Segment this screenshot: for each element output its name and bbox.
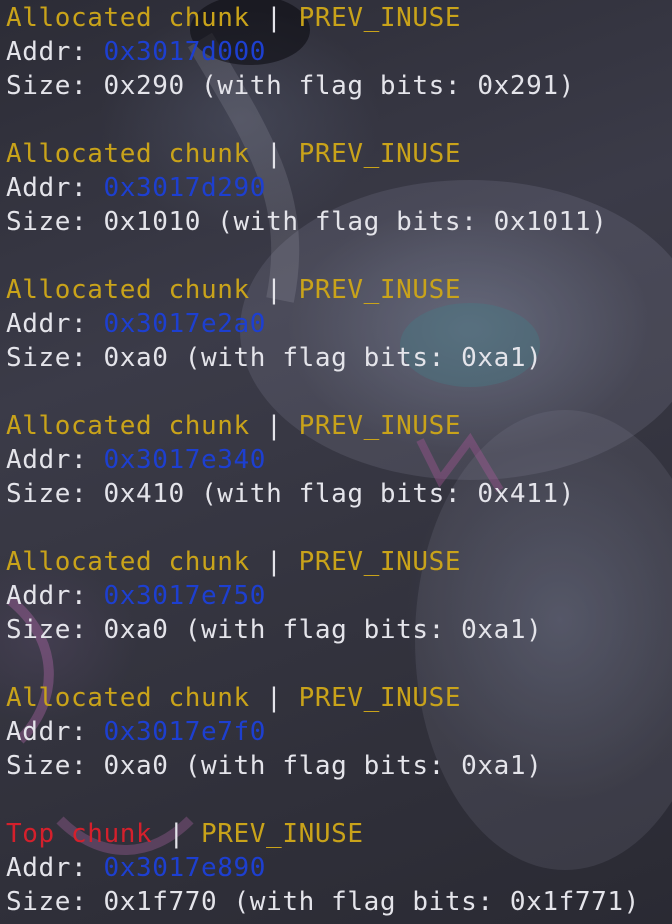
heap-chunk-top: Top chunk | PREV_INUSE Addr: 0x3017e890 … bbox=[6, 817, 640, 919]
size-label: Size: bbox=[6, 887, 104, 917]
chunk-size: 0xa0 (with flag bits: 0xa1) bbox=[103, 343, 543, 373]
size-label: Size: bbox=[6, 751, 104, 781]
chunk-size-line: Size: 0x1f770 (with flag bits: 0x1f771) bbox=[6, 885, 640, 919]
chunk-address: 0x3017d000 bbox=[103, 37, 267, 67]
chunk-type: Allocated chunk bbox=[6, 3, 250, 33]
separator: | bbox=[249, 3, 299, 33]
chunk-type: Allocated chunk bbox=[6, 275, 250, 305]
chunk-addr-line: Addr: 0x3017e750 bbox=[6, 579, 542, 613]
addr-label: Addr: bbox=[6, 37, 104, 67]
chunk-flag: PREV_INUSE bbox=[298, 547, 462, 577]
size-label: Size: bbox=[6, 71, 104, 101]
chunk-flag: PREV_INUSE bbox=[201, 819, 364, 849]
separator: | bbox=[152, 819, 202, 849]
chunk-type: Allocated chunk bbox=[6, 411, 250, 441]
addr-label: Addr: bbox=[6, 309, 104, 339]
chunk-flag: PREV_INUSE bbox=[298, 275, 462, 305]
addr-label: Addr: bbox=[6, 581, 104, 611]
chunk-addr-line: Addr: 0x3017e890 bbox=[6, 851, 640, 885]
chunk-address: 0x3017d290 bbox=[103, 173, 267, 203]
chunk-addr-line: Addr: 0x3017d290 bbox=[6, 171, 607, 205]
chunk-flag: PREV_INUSE bbox=[298, 139, 462, 169]
chunk-header: Top chunk | PREV_INUSE bbox=[6, 817, 640, 851]
chunk-size: 0x290 (with flag bits: 0x291) bbox=[103, 71, 575, 101]
chunk-size: 0xa0 (with flag bits: 0xa1) bbox=[103, 751, 543, 781]
chunk-addr-line: Addr: 0x3017e7f0 bbox=[6, 715, 542, 749]
terminal-output: Allocated chunk | PREV_INUSE Addr: 0x301… bbox=[6, 0, 672, 924]
chunk-addr-line: Addr: 0x3017d000 bbox=[6, 35, 575, 69]
chunk-header: Allocated chunk | PREV_INUSE bbox=[6, 681, 542, 715]
addr-label: Addr: bbox=[6, 717, 104, 747]
chunk-header: Allocated chunk | PREV_INUSE bbox=[6, 409, 575, 443]
chunk-address: 0x3017e890 bbox=[103, 853, 267, 883]
size-label: Size: bbox=[6, 479, 104, 509]
chunk-size-line: Size: 0xa0 (with flag bits: 0xa1) bbox=[6, 749, 542, 783]
chunk-size: 0x410 (with flag bits: 0x411) bbox=[103, 479, 575, 509]
heap-chunk: Allocated chunk | PREV_INUSE Addr: 0x301… bbox=[6, 681, 542, 783]
addr-label: Addr: bbox=[6, 173, 104, 203]
separator: | bbox=[249, 547, 299, 577]
separator: | bbox=[249, 275, 299, 305]
chunk-header: Allocated chunk | PREV_INUSE bbox=[6, 545, 542, 579]
chunk-address: 0x3017e2a0 bbox=[103, 309, 267, 339]
heap-chunk: Allocated chunk | PREV_INUSE Addr: 0x301… bbox=[6, 1, 575, 103]
chunk-type: Allocated chunk bbox=[6, 139, 250, 169]
chunk-addr-line: Addr: 0x3017e340 bbox=[6, 443, 575, 477]
chunk-type: Allocated chunk bbox=[6, 547, 250, 577]
size-label: Size: bbox=[6, 615, 104, 645]
size-label: Size: bbox=[6, 207, 104, 237]
chunk-size-line: Size: 0xa0 (with flag bits: 0xa1) bbox=[6, 341, 542, 375]
chunk-size: 0xa0 (with flag bits: 0xa1) bbox=[103, 615, 543, 645]
separator: | bbox=[249, 683, 299, 713]
separator: | bbox=[249, 411, 299, 441]
addr-label: Addr: bbox=[6, 853, 104, 883]
chunk-header: Allocated chunk | PREV_INUSE bbox=[6, 273, 542, 307]
chunk-header: Allocated chunk | PREV_INUSE bbox=[6, 1, 575, 35]
chunk-type: Top chunk bbox=[6, 819, 153, 849]
chunk-flag: PREV_INUSE bbox=[298, 411, 462, 441]
chunk-address: 0x3017e750 bbox=[103, 581, 267, 611]
separator: | bbox=[249, 139, 299, 169]
chunk-size-line: Size: 0x1010 (with flag bits: 0x1011) bbox=[6, 205, 607, 239]
chunk-size-line: Size: 0x290 (with flag bits: 0x291) bbox=[6, 69, 575, 103]
heap-chunk: Allocated chunk | PREV_INUSE Addr: 0x301… bbox=[6, 273, 542, 375]
chunk-address: 0x3017e340 bbox=[103, 445, 267, 475]
chunk-size: 0x1f770 (with flag bits: 0x1f771) bbox=[103, 887, 640, 917]
addr-label: Addr: bbox=[6, 445, 104, 475]
chunk-size-line: Size: 0xa0 (with flag bits: 0xa1) bbox=[6, 613, 542, 647]
chunk-address: 0x3017e7f0 bbox=[103, 717, 267, 747]
chunk-flag: PREV_INUSE bbox=[298, 3, 462, 33]
chunk-size: 0x1010 (with flag bits: 0x1011) bbox=[103, 207, 608, 237]
chunk-type: Allocated chunk bbox=[6, 683, 250, 713]
chunk-addr-line: Addr: 0x3017e2a0 bbox=[6, 307, 542, 341]
size-label: Size: bbox=[6, 343, 104, 373]
chunk-flag: PREV_INUSE bbox=[298, 683, 462, 713]
heap-chunk: Allocated chunk | PREV_INUSE Addr: 0x301… bbox=[6, 545, 542, 647]
heap-chunk: Allocated chunk | PREV_INUSE Addr: 0x301… bbox=[6, 409, 575, 511]
chunk-size-line: Size: 0x410 (with flag bits: 0x411) bbox=[6, 477, 575, 511]
chunk-header: Allocated chunk | PREV_INUSE bbox=[6, 137, 607, 171]
heap-chunk: Allocated chunk | PREV_INUSE Addr: 0x301… bbox=[6, 137, 607, 239]
